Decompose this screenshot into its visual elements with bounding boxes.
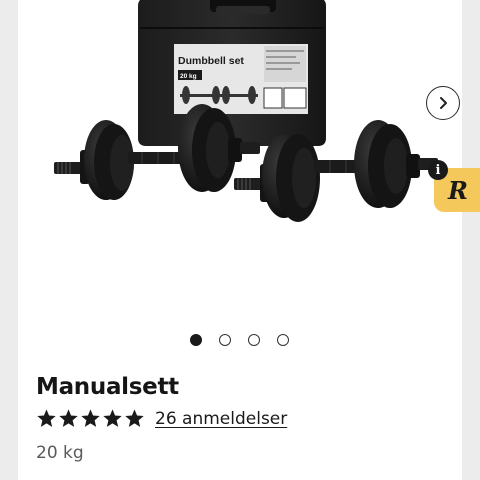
star-rating [36,408,145,429]
star-icon [103,409,122,427]
info-icon[interactable]: i [428,160,448,180]
star-icon [37,409,56,427]
product-title: Manualsett [36,374,179,400]
slide-dot-3[interactable] [248,334,260,346]
slide-dot-2[interactable] [219,334,231,346]
carrying-case: Dumbbell set 20 kg [138,0,326,146]
product-variant-weight: 20 kg [36,443,84,463]
slide-dot-1[interactable] [190,334,202,346]
next-image-button[interactable] [426,86,460,120]
product-image: Dumbbell set 20 kg [54,0,438,222]
slide-dot-4[interactable] [277,334,289,346]
star-icon [59,409,78,427]
product-image-gallery[interactable]: Dumbbell set 20 kg [18,0,462,320]
star-icon [125,409,144,427]
chevron-right-icon [440,97,447,109]
info-icon-glyph: i [435,162,441,178]
star-icon [81,409,100,427]
case-label: Dumbbell set [178,55,244,67]
case-weight: 20 kg [180,73,197,80]
slide-indicator [190,334,289,346]
reviews-link[interactable]: 26 anmeldelser [155,409,287,429]
badge-letter: R [448,175,468,205]
rating-row: 26 anmeldelser [36,408,287,429]
